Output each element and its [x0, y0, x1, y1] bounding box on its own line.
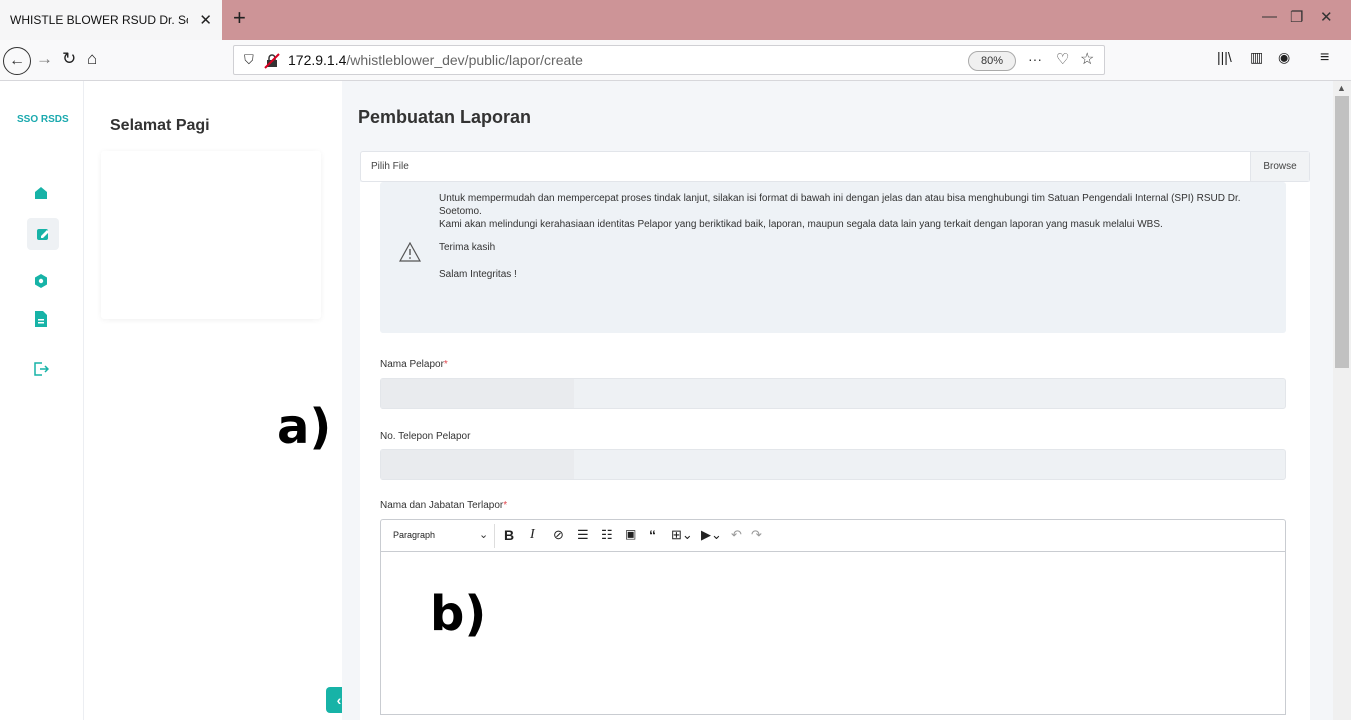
alert-line-2: Kami akan melindungi kerahasiaan identit… — [439, 219, 1163, 230]
paragraph-format-select[interactable]: Paragraph — [393, 530, 435, 540]
tab-bar: WHISTLE BLOWER RSUD Dr. Soetomo ✕ + — ❐ … — [0, 0, 1351, 40]
forward-icon[interactable]: → — [36, 49, 53, 69]
report-form: Untuk mempermudah dan mempercepat proses… — [360, 182, 1310, 720]
minimize-button[interactable]: — — [1262, 8, 1277, 25]
numbered-list-icon[interactable]: ☷ — [601, 527, 613, 543]
bold-icon[interactable]: B — [504, 527, 514, 543]
edit-icon — [37, 229, 49, 240]
alert-line-1: Untuk mempermudah dan mempercepat proses… — [439, 193, 1241, 217]
required-mark: * — [443, 359, 448, 370]
document-icon — [35, 311, 47, 327]
terlapor-label: Nama dan Jabatan Terlapor* — [380, 500, 507, 511]
insecure-lock-icon[interactable] — [264, 53, 280, 69]
brand-logo[interactable]: SSO RSDS — [17, 114, 69, 125]
home-icon — [35, 187, 47, 199]
annotation-a: a) — [277, 399, 332, 455]
url-path: /whistleblower_dev/public/lapor/create — [346, 52, 583, 68]
telepon-pelapor-label: No. Telepon Pelapor — [380, 431, 471, 442]
page-title: Pembuatan Laporan — [358, 107, 532, 127]
page-actions-icon[interactable]: ··· — [1028, 51, 1042, 67]
info-alert: Untuk mempermudah dan mempercepat proses… — [380, 182, 1286, 333]
library-icon[interactable]: |||\ — [1217, 49, 1232, 65]
page: SSO RSDS Selamat Pagi ‹ Pembuatan Lapora… — [0, 81, 1333, 720]
main-content: Pembuatan Laporan Pilih File Browse Untu… — [342, 81, 1333, 720]
redo-icon[interactable]: ↷ — [751, 527, 762, 543]
url-bar[interactable]: ⛉ 172.9.1.4/whistleblower_dev/public/lap… — [233, 45, 1105, 75]
browser-toolbar: ← → ↻ ⌂ ⛉ 172.9.1.4/whistleblower_dev/pu… — [0, 40, 1351, 81]
tab-close-icon[interactable]: ✕ — [199, 11, 212, 29]
nama-pelapor-label: Nama Pelapor* — [380, 359, 448, 370]
restore-button[interactable]: ❐ — [1290, 8, 1303, 26]
annotation-b: b) — [430, 586, 487, 642]
chevron-down-icon[interactable]: ⌄ — [479, 528, 488, 541]
image-icon[interactable]: ▣ — [625, 527, 636, 541]
browser-tab[interactable]: WHISTLE BLOWER RSUD Dr. Soetomo ✕ — [0, 0, 222, 40]
back-button[interactable]: ← — [3, 47, 31, 75]
page-scrollbar[interactable]: ▲ — [1333, 81, 1351, 720]
terlapor-editor[interactable] — [380, 551, 1286, 715]
back-arrow-icon: ← — [9, 52, 25, 69]
alert-line-3: Terima kasih — [439, 242, 496, 253]
tab-title: WHISTLE BLOWER RSUD Dr. Soetomo — [10, 13, 188, 27]
blockquote-icon[interactable]: “ — [649, 527, 656, 543]
alert-text: Untuk mempermudah dan mempercepat proses… — [439, 192, 1279, 281]
scrollbar-thumb[interactable] — [1335, 96, 1349, 368]
pocket-icon[interactable]: ♡ — [1056, 50, 1069, 68]
icon-rail: SSO RSDS — [0, 81, 84, 720]
file-input-label: Pilih File — [371, 161, 409, 172]
nav-logout[interactable] — [31, 359, 51, 379]
url-text[interactable]: 172.9.1.4/whistleblower_dev/public/lapor… — [288, 52, 583, 68]
url-host: 172.9.1.4 — [288, 52, 347, 68]
hamburger-menu-icon[interactable]: ≡ — [1320, 49, 1329, 67]
warning-icon — [399, 242, 421, 262]
sidebar-toggle-icon[interactable]: ▥ — [1250, 49, 1263, 66]
media-embed-icon[interactable]: ▶⌄ — [701, 527, 722, 543]
new-tab-button[interactable]: + — [233, 5, 246, 31]
nav-document[interactable] — [31, 309, 51, 329]
zoom-indicator[interactable]: 80% — [968, 51, 1016, 71]
greeting: Selamat Pagi — [110, 117, 210, 134]
terlapor-label-text: Nama dan Jabatan Terlapor — [380, 500, 504, 511]
logout-icon — [34, 362, 49, 376]
hexagon-icon — [35, 274, 47, 288]
nama-pelapor-input[interactable] — [380, 378, 1286, 409]
chevron-left-icon: ‹ — [336, 692, 342, 708]
undo-icon[interactable]: ↶ — [731, 527, 742, 543]
bookmark-star-icon[interactable]: ☆ — [1080, 49, 1094, 69]
bulleted-list-icon[interactable]: ☰ — [577, 527, 589, 543]
required-mark: * — [503, 500, 508, 511]
home-icon[interactable]: ⌂ — [87, 49, 97, 69]
table-icon[interactable]: ⊞⌄ — [671, 527, 693, 543]
shield-icon[interactable]: ⛉ — [244, 52, 254, 68]
telepon-pelapor-input[interactable] — [380, 449, 1286, 480]
nama-pelapor-autofill — [381, 379, 574, 408]
file-input[interactable]: Pilih File Browse — [360, 151, 1310, 182]
nav-create-report[interactable] — [27, 218, 59, 250]
scroll-up-icon[interactable]: ▲ — [1337, 83, 1346, 93]
reload-icon[interactable]: ↻ — [62, 49, 76, 69]
nav-home[interactable] — [31, 183, 51, 203]
editor-toolbar: Paragraph ⌄ B I ⊘ ☰ ☷ ▣ “ ⊞⌄ ▶⌄ ↶ ↷ — [380, 519, 1286, 552]
italic-icon[interactable]: I — [530, 527, 535, 543]
telepon-pelapor-autofill — [381, 450, 574, 479]
link-icon[interactable]: ⊘ — [553, 527, 564, 543]
toolbar-divider — [494, 524, 495, 548]
nama-pelapor-label-text: Nama Pelapor — [380, 359, 444, 370]
browse-button[interactable]: Browse — [1250, 152, 1309, 181]
nav-hexagon[interactable] — [31, 271, 51, 291]
close-window-button[interactable]: ✕ — [1320, 8, 1333, 26]
account-icon[interactable]: ◉ — [1278, 49, 1290, 66]
profile-card — [101, 151, 321, 319]
alert-line-4: Salam Integritas ! — [439, 269, 517, 280]
